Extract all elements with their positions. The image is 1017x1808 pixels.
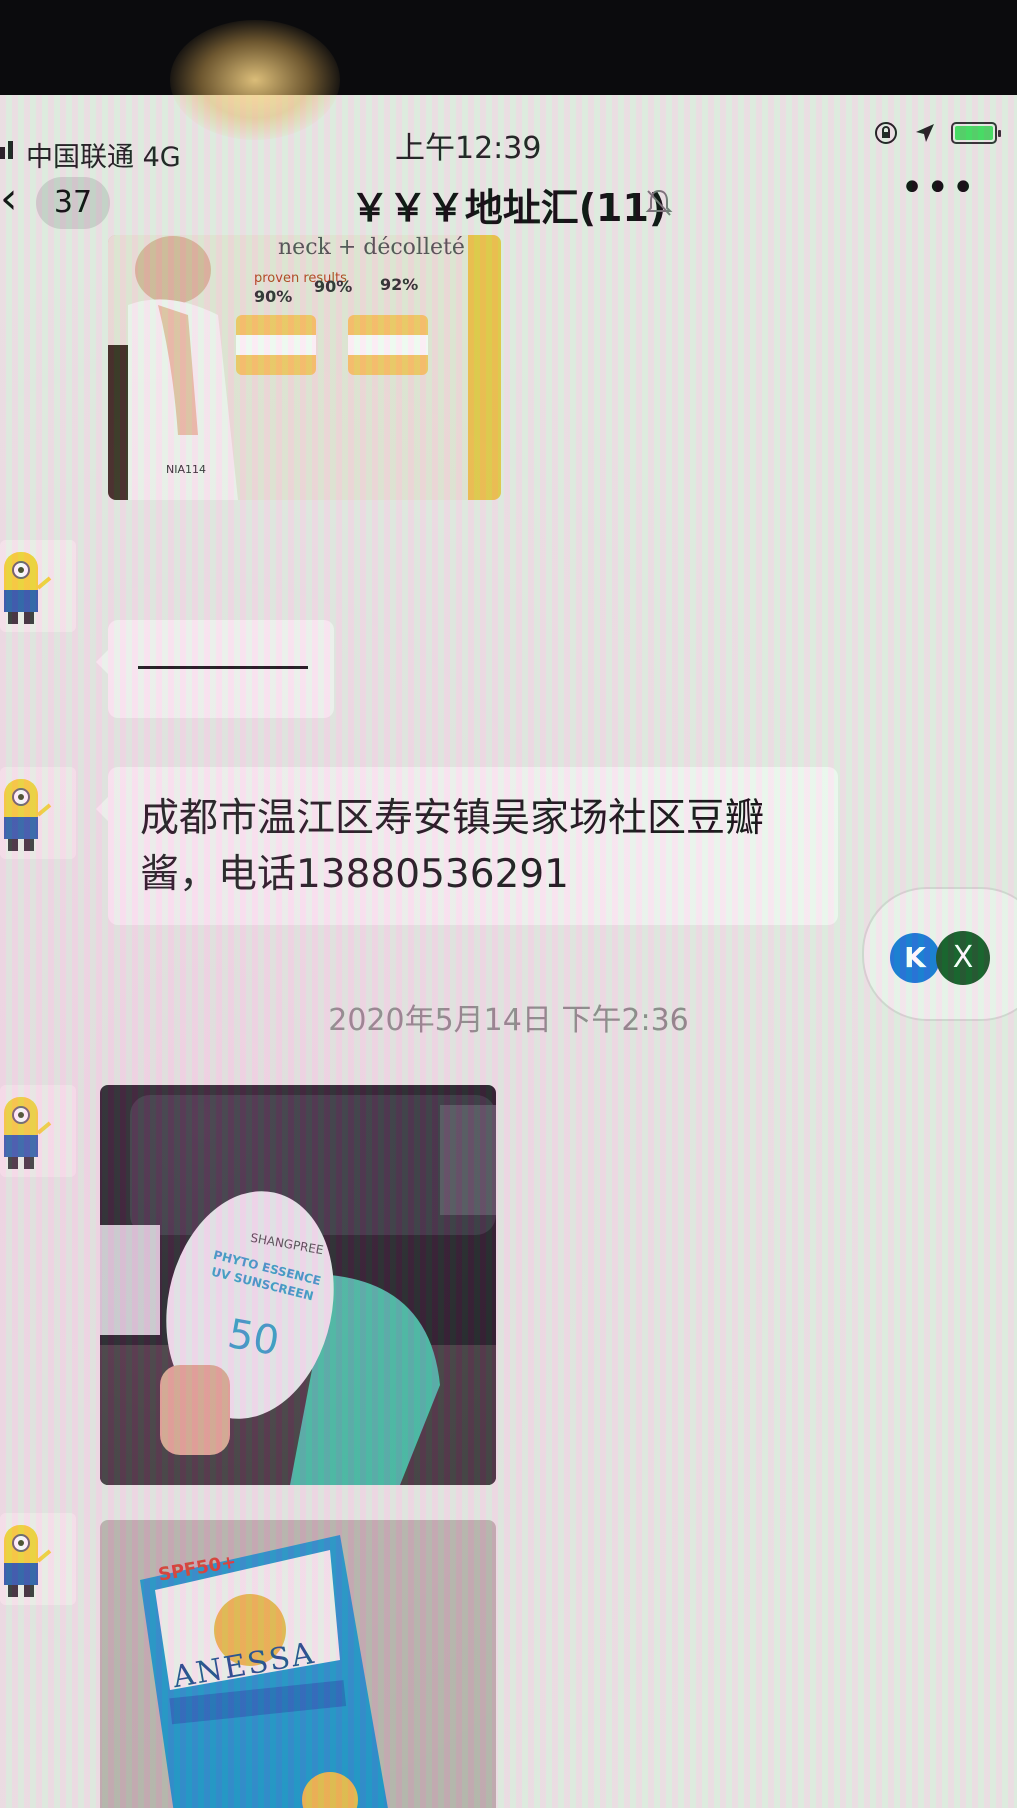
avatar[interactable] (0, 767, 76, 859)
minion-avatar-icon (0, 540, 76, 632)
minion-avatar-icon (0, 1085, 76, 1177)
chat-header: ‹ 37 ￥￥￥地址汇(11) ••• (0, 155, 1017, 245)
phone-screen: 中国联通 4G 上午12:39 ‹ 37 ￥￥￥地址汇(11) ••• neck… (0, 95, 1017, 1808)
dash-text (138, 666, 308, 669)
avatar[interactable] (0, 540, 76, 632)
avatar[interactable] (0, 1513, 76, 1605)
date-separator: 2020年5月14日 下午2:36 (328, 1003, 689, 1038)
sunscreen-spf: 50 (224, 1310, 283, 1366)
minion-avatar-icon (0, 767, 76, 859)
photo-stat-1: 90% (254, 287, 293, 306)
chat-title[interactable]: ￥￥￥地址汇(11) (0, 177, 1017, 232)
light-glare (170, 20, 340, 140)
message-bubble[interactable]: 成都市温江区寿安镇吴家场社区豆瓣酱，电话13880536291 (96, 767, 838, 925)
photo-stat-2: 90% (314, 277, 353, 296)
x-app-icon[interactable]: X (936, 931, 990, 985)
battery-icon (951, 122, 1001, 144)
minion-avatar-icon (0, 1513, 76, 1605)
image-message[interactable]: SHANGPREE PHYTO ESSENCE UV SUNSCREEN 50 (100, 1085, 496, 1485)
image-message[interactable]: neck + décolleté proven results 90% 90% … (108, 235, 501, 500)
message-bubble[interactable] (96, 620, 334, 718)
location-icon (916, 124, 934, 142)
photo-heading: neck + décolleté (278, 235, 465, 260)
status-icons (873, 120, 1001, 146)
status-bar: 中国联通 4G 上午12:39 (0, 95, 1017, 173)
photo-stat-3: 92% (380, 275, 419, 294)
photo-brand: NIA114 (166, 463, 206, 476)
avatar[interactable] (0, 1085, 76, 1177)
address-message-text: 成都市温江区寿安镇吴家场社区豆瓣酱，电话13880536291 (140, 796, 765, 897)
k-app-icon[interactable]: K (890, 933, 940, 983)
more-icon[interactable]: ••• (900, 165, 977, 211)
orientation-lock-icon (875, 122, 897, 144)
image-message[interactable]: SPF50+ ANESSA (100, 1520, 496, 1808)
mute-bell-icon (645, 189, 673, 216)
